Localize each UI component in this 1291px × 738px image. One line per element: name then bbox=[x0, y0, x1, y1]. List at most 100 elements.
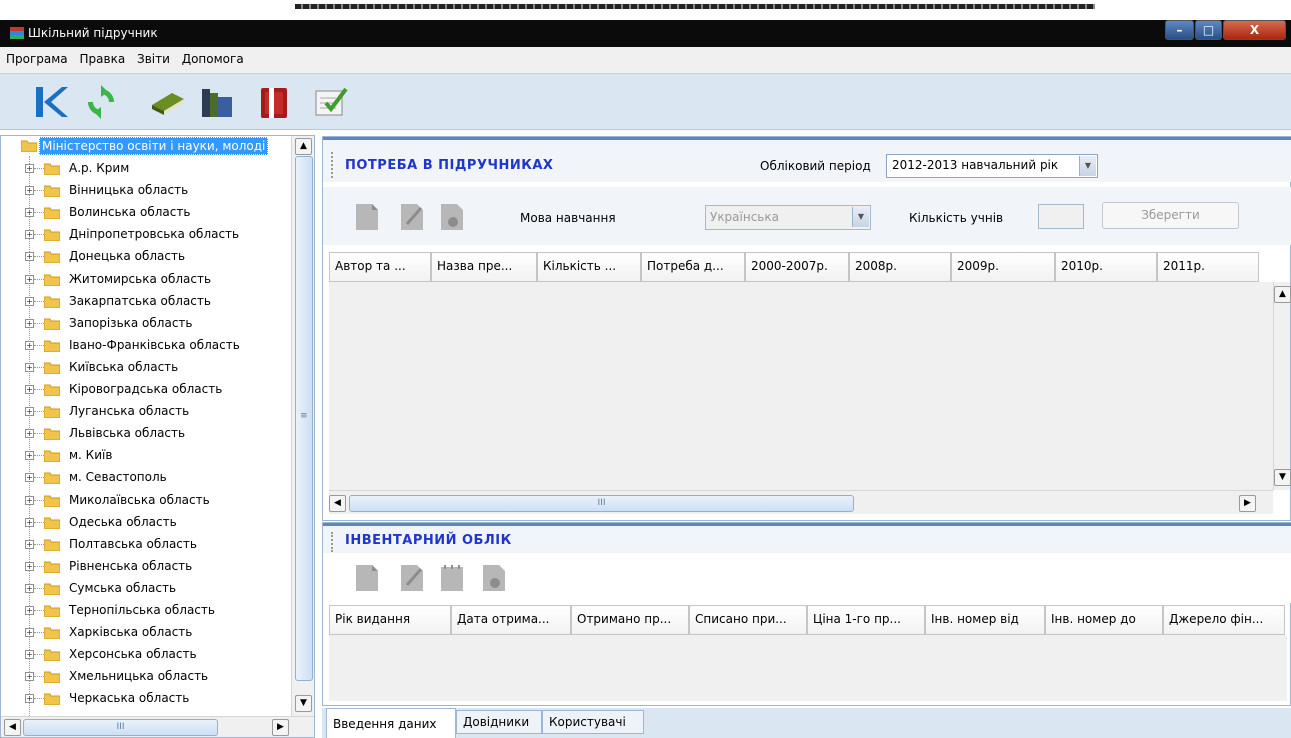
tree-item[interactable]: + м. Київ bbox=[1, 445, 293, 467]
column-header[interactable]: Інв. номер від bbox=[925, 605, 1045, 635]
tree-vertical-scrollbar[interactable]: ▲ ≡ ▼ bbox=[291, 136, 314, 716]
k-logo-icon[interactable] bbox=[32, 83, 70, 121]
expand-icon[interactable]: + bbox=[25, 296, 34, 306]
tree-horizontal-scrollbar[interactable]: ◀ III ▶ bbox=[1, 716, 314, 737]
tree-item[interactable]: + Кіровоградська область bbox=[1, 379, 293, 401]
expand-icon[interactable]: + bbox=[25, 385, 34, 394]
expand-icon[interactable]: + bbox=[25, 274, 34, 284]
tab-data-entry[interactable]: Введення даних bbox=[326, 708, 456, 738]
column-header[interactable]: 2011р. bbox=[1157, 252, 1259, 282]
delete-document-icon[interactable] bbox=[479, 563, 509, 593]
expand-icon[interactable]: + bbox=[25, 407, 34, 417]
tab-users[interactable]: Користувачі bbox=[542, 710, 644, 734]
save-button[interactable]: Зберегти bbox=[1102, 202, 1239, 229]
expand-icon[interactable]: + bbox=[25, 672, 34, 682]
expand-icon[interactable]: + bbox=[25, 230, 34, 240]
tree-item[interactable]: + Рівненська область bbox=[1, 556, 293, 578]
add-document-icon[interactable] bbox=[352, 202, 382, 232]
scroll-thumb[interactable]: III bbox=[23, 719, 218, 736]
tree-item[interactable]: + Донецька область bbox=[1, 246, 293, 268]
expand-icon[interactable]: + bbox=[25, 495, 34, 505]
needs-horizontal-scrollbar[interactable]: ◀ III ▶ bbox=[329, 490, 1273, 514]
expand-icon[interactable]: + bbox=[25, 208, 34, 218]
expand-icon[interactable]: + bbox=[25, 164, 34, 173]
red-folder-icon[interactable] bbox=[256, 83, 294, 121]
scroll-right-button[interactable]: ▶ bbox=[1239, 495, 1256, 512]
book-icon[interactable] bbox=[148, 83, 186, 121]
tree-item[interactable]: + Одеська область bbox=[1, 512, 293, 534]
needs-vertical-scrollbar[interactable]: ▲ ▼ bbox=[1273, 282, 1291, 490]
expand-icon[interactable]: + bbox=[25, 628, 34, 638]
delete-document-icon[interactable] bbox=[437, 202, 467, 232]
expand-icon[interactable]: + bbox=[25, 583, 34, 593]
menu-reports[interactable]: Звіти bbox=[133, 47, 174, 66]
maximize-button[interactable]: □ bbox=[1195, 20, 1222, 40]
expand-icon[interactable]: + bbox=[25, 650, 34, 660]
expand-icon[interactable]: + bbox=[25, 473, 34, 483]
column-header[interactable]: Кількість ... bbox=[537, 252, 641, 282]
tree-item[interactable]: + Запорізька область bbox=[1, 313, 293, 335]
column-header[interactable]: 2009р. bbox=[951, 252, 1055, 282]
books-stack-icon[interactable] bbox=[198, 83, 236, 121]
column-header[interactable]: Отримано пр... bbox=[571, 605, 689, 635]
chevron-down-icon[interactable]: ▼ bbox=[1079, 156, 1096, 176]
tree-item[interactable]: + Харківська область bbox=[1, 622, 293, 644]
needs-grid-body[interactable] bbox=[329, 282, 1273, 490]
scroll-left-button[interactable]: ◀ bbox=[4, 719, 21, 736]
scroll-thumb[interactable]: ≡ bbox=[295, 156, 313, 681]
tree-item[interactable]: + Львівська область bbox=[1, 423, 293, 445]
tree-root-label[interactable]: Міністерство освіти і науки, молоді bbox=[39, 137, 269, 155]
expand-icon[interactable]: + bbox=[25, 318, 34, 328]
scroll-up-button[interactable]: ▲ bbox=[295, 138, 312, 155]
add-document-icon[interactable] bbox=[352, 563, 382, 593]
tree-item[interactable]: + Київська область bbox=[1, 357, 293, 379]
tree-item[interactable]: + Полтавська область bbox=[1, 534, 293, 556]
scroll-up-button[interactable]: ▲ bbox=[1274, 286, 1291, 303]
expand-icon[interactable]: + bbox=[25, 252, 34, 262]
expand-icon[interactable]: + bbox=[25, 606, 34, 615]
column-header[interactable]: Автор та ... bbox=[329, 252, 431, 282]
period-select[interactable]: 2012-2013 навчальний рік ▼ bbox=[886, 154, 1098, 178]
column-header[interactable]: 2000-2007р. bbox=[745, 252, 849, 282]
menu-help[interactable]: Допомога bbox=[178, 47, 248, 66]
inventory-grid-body[interactable] bbox=[329, 635, 1287, 701]
tree-item[interactable]: + Житомирська область bbox=[1, 269, 293, 291]
tree-root[interactable]: Міністерство освіти і науки, молоді bbox=[1, 136, 293, 158]
scroll-down-button[interactable]: ▼ bbox=[295, 695, 312, 712]
edit-document-icon[interactable] bbox=[397, 563, 427, 593]
close-button[interactable]: X bbox=[1223, 20, 1286, 40]
checklist-icon[interactable] bbox=[312, 83, 350, 121]
expand-icon[interactable]: + bbox=[25, 340, 34, 350]
chevron-down-icon[interactable]: ▼ bbox=[852, 207, 869, 227]
minimize-button[interactable]: – bbox=[1165, 20, 1194, 40]
column-header[interactable]: Ціна 1-го пр... bbox=[807, 605, 925, 635]
tree-item[interactable]: + Черкаська область bbox=[1, 688, 293, 710]
students-count-input[interactable] bbox=[1038, 204, 1084, 229]
column-header[interactable]: Джерело фін... bbox=[1163, 605, 1285, 635]
tree-item[interactable]: + Луганська область bbox=[1, 401, 293, 423]
expand-icon[interactable]: + bbox=[25, 694, 34, 704]
scroll-left-button[interactable]: ◀ bbox=[329, 495, 346, 512]
expand-icon[interactable]: + bbox=[25, 517, 34, 527]
column-header[interactable]: Рік видання bbox=[329, 605, 451, 635]
tree-item[interactable]: + Сумська область bbox=[1, 578, 293, 600]
tree-item[interactable]: + Вінницька область bbox=[1, 180, 293, 202]
edit-document-icon[interactable] bbox=[397, 202, 427, 232]
expand-icon[interactable]: + bbox=[25, 561, 34, 571]
tree-item[interactable]: + Херсонська область bbox=[1, 644, 293, 666]
expand-icon[interactable]: + bbox=[25, 362, 34, 372]
menu-program[interactable]: Програма bbox=[0, 47, 72, 66]
tree-item[interactable]: + Івано-Франківська область bbox=[1, 335, 293, 357]
scroll-thumb[interactable]: III bbox=[349, 495, 854, 512]
column-header[interactable]: 2010р. bbox=[1055, 252, 1157, 282]
language-select[interactable]: Українська ▼ bbox=[705, 205, 871, 230]
tree-item[interactable]: + м. Севастополь bbox=[1, 467, 293, 489]
expand-icon[interactable]: + bbox=[25, 186, 34, 196]
menu-edit[interactable]: Правка bbox=[76, 47, 130, 66]
tree-item[interactable]: + Тернопільська область bbox=[1, 600, 293, 622]
tab-directories[interactable]: Довідники bbox=[456, 710, 542, 734]
column-header[interactable]: Назва пре... bbox=[431, 252, 537, 282]
scroll-down-button[interactable]: ▼ bbox=[1274, 469, 1291, 486]
column-header[interactable]: 2008р. bbox=[849, 252, 951, 282]
expand-icon[interactable]: + bbox=[25, 429, 34, 439]
